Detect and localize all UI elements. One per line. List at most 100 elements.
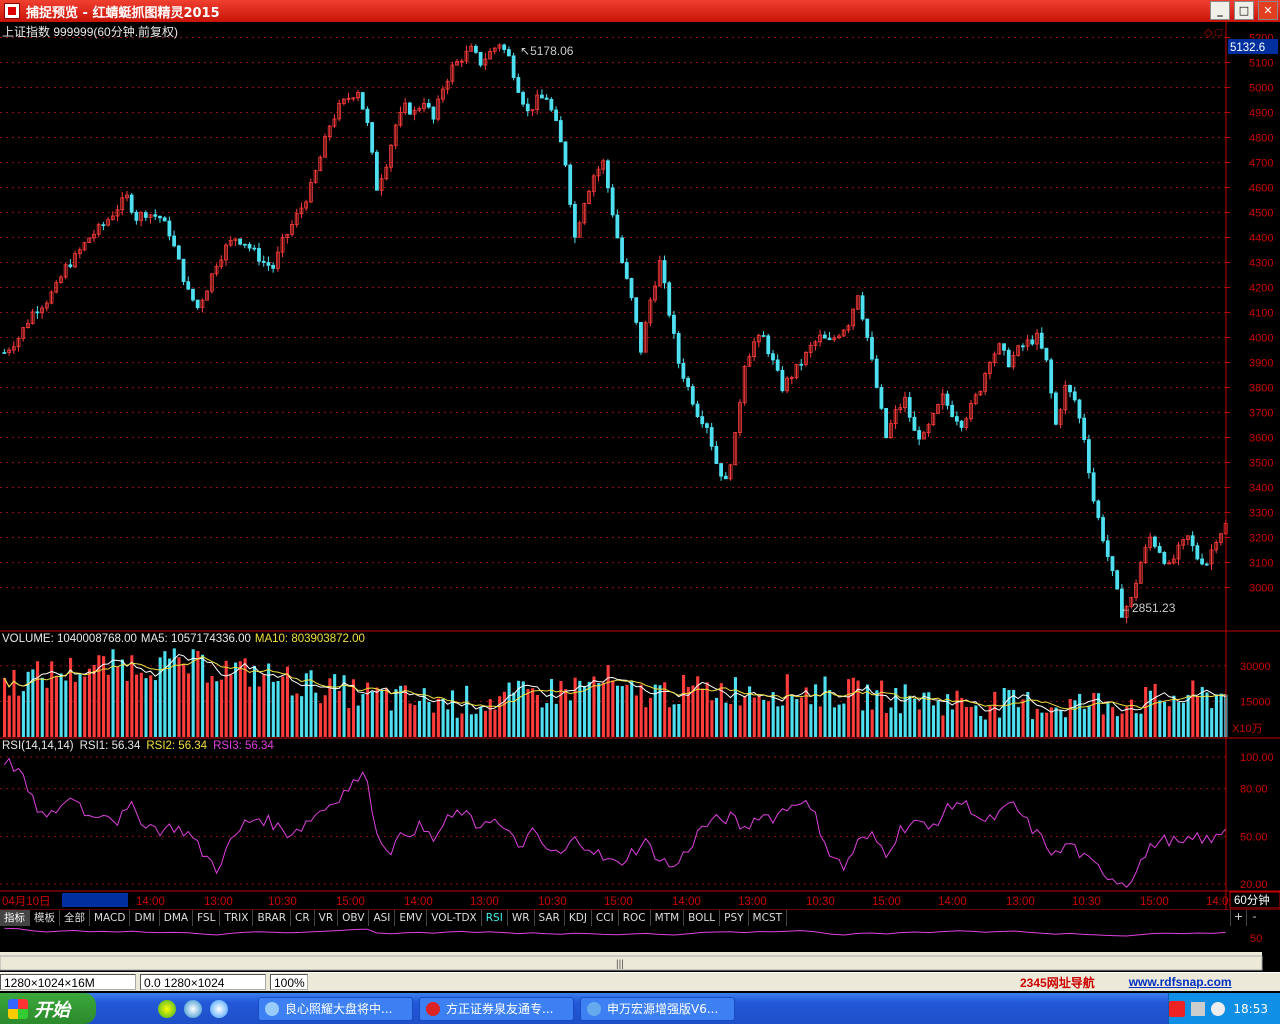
volume-bar xyxy=(12,669,16,737)
time-axis-label: 10:30 xyxy=(268,896,297,908)
indicator-tab[interactable]: 全部 xyxy=(60,910,90,926)
time-axis-label: 15:00 xyxy=(872,896,901,908)
founder-icon xyxy=(426,1001,440,1016)
volume-bar xyxy=(45,687,49,737)
zoom-in-button[interactable]: + xyxy=(1230,910,1246,926)
volume-bar xyxy=(771,692,775,737)
volume-bar xyxy=(182,663,186,737)
indicator-tab[interactable]: DMI xyxy=(130,910,160,926)
volume-bar xyxy=(1134,713,1138,737)
volume-bar xyxy=(116,666,120,737)
indicator-tab[interactable]: BOLL xyxy=(684,910,721,926)
horizontal-scrollbar[interactable] xyxy=(0,952,1262,956)
volume-bar xyxy=(177,657,181,737)
indicator-tab[interactable]: RSI xyxy=(482,910,508,926)
volume-bar xyxy=(667,707,671,737)
volume-bar xyxy=(1087,705,1091,737)
indicator-tab[interactable]: OBV xyxy=(338,910,370,926)
candle-body xyxy=(544,97,549,100)
quicklaunch-desktop-icon[interactable] xyxy=(184,999,202,1018)
start-button[interactable]: 开始 xyxy=(0,993,96,1024)
volume-bar xyxy=(630,681,634,737)
volume-bar xyxy=(73,681,77,737)
indicator-tab[interactable]: 指标 xyxy=(0,910,30,926)
volume-bar xyxy=(36,661,40,737)
zoom-out-button[interactable]: - xyxy=(1246,910,1262,926)
volume-bar xyxy=(917,709,921,737)
task-item-3[interactable]: 申万宏源增强版V6... xyxy=(580,996,735,1021)
network-icon[interactable] xyxy=(1191,1001,1206,1016)
time-axis-label: 15:00 xyxy=(1140,896,1169,908)
volume-bar xyxy=(1153,683,1157,737)
volume-bar xyxy=(172,648,176,737)
chart-options-icon[interactable]: ◇ □ xyxy=(1204,27,1223,39)
volume-bar xyxy=(1026,691,1030,737)
time-axis-label: 10:30 xyxy=(1072,896,1101,908)
indicator-tab[interactable]: CR xyxy=(291,910,315,926)
volume-bar xyxy=(168,658,172,737)
quicklaunch-browser-icon[interactable] xyxy=(210,999,228,1018)
indicator-tab[interactable]: PSY xyxy=(720,910,749,926)
volume-bar xyxy=(436,698,440,737)
candle-body xyxy=(827,337,832,341)
candle-body xyxy=(822,334,827,339)
volume-bar xyxy=(1054,707,1058,737)
candle-body xyxy=(195,299,200,309)
candle-body xyxy=(954,416,959,422)
indicator-tab[interactable]: DMA xyxy=(160,910,194,926)
task-item-2[interactable]: 方正证券泉友通专... xyxy=(419,996,574,1021)
indicator-tab[interactable]: MCST xyxy=(749,910,788,926)
candle-body xyxy=(516,77,521,93)
indicator-tab[interactable]: KDJ xyxy=(565,910,592,926)
stock-chart[interactable]: 5200 5100 5000 4900 4800 4700 4600 4500 4400 4300… xyxy=(0,22,1280,971)
indicator-tab[interactable]: SAR xyxy=(535,910,565,926)
indicator-tab[interactable]: EMV xyxy=(395,910,428,926)
ad-link-rdfsnap[interactable]: www.rdfsnap.com xyxy=(1129,975,1232,989)
indicator-tab[interactable]: MACD xyxy=(90,910,131,926)
indicator-tab[interactable]: FSL xyxy=(193,910,221,926)
maximize-button[interactable]: □ xyxy=(1234,1,1254,20)
price-tick-label: 4900 xyxy=(1249,108,1273,120)
volume-unit: X10万 xyxy=(1232,723,1263,735)
candle-body xyxy=(271,265,276,269)
candle-body xyxy=(1030,339,1035,345)
quicklaunch-app-icon[interactable] xyxy=(158,999,176,1018)
volume-bar xyxy=(3,678,7,737)
candle-body xyxy=(158,215,162,219)
low-marker: ←2851.23 xyxy=(1120,601,1176,615)
volume-bar xyxy=(78,674,82,737)
indicator-tab[interactable]: TRIX xyxy=(220,910,254,926)
indicator-tab[interactable]: VOL-TDX xyxy=(427,910,482,926)
candle-body xyxy=(129,194,134,213)
period-label[interactable]: 60分钟 xyxy=(1234,893,1270,907)
candle-body xyxy=(639,322,643,353)
task-item-1[interactable]: 良心照耀大盘将中... xyxy=(258,996,413,1021)
volume-bar xyxy=(512,692,516,737)
indicator-tab[interactable]: BRAR xyxy=(253,910,291,926)
close-button[interactable]: ✕ xyxy=(1258,1,1278,20)
ad-link-2345[interactable]: 2345网址导航 xyxy=(1020,974,1095,991)
candle-body xyxy=(167,220,172,237)
volume-icon[interactable] xyxy=(1211,1001,1226,1016)
volume-bar xyxy=(1125,706,1129,737)
sogou-ime-icon[interactable] xyxy=(1169,1000,1186,1017)
indicator-tab[interactable]: MTM xyxy=(651,910,685,926)
indicator-tab[interactable]: WR xyxy=(508,910,535,926)
candle-body xyxy=(775,359,780,371)
indicator-tab[interactable]: 模板 xyxy=(30,910,60,926)
indicator-tab[interactable]: CCI xyxy=(592,910,619,926)
minimize-button[interactable]: _ xyxy=(1210,1,1230,20)
candle-body xyxy=(1020,345,1025,348)
scroll-thumb-grip[interactable]: ||| xyxy=(616,959,624,970)
indicator-tab[interactable]: ROC xyxy=(619,910,651,926)
indicator-tab[interactable]: ASI xyxy=(369,910,396,926)
windows-flag-icon xyxy=(8,998,28,1019)
volume-bar xyxy=(1012,689,1016,737)
indicator-tab[interactable]: VR xyxy=(315,910,339,926)
candle-body xyxy=(1002,343,1006,351)
price-tick-label: 3300 xyxy=(1249,508,1273,520)
candle-body xyxy=(860,295,865,320)
scroll-track[interactable] xyxy=(0,955,1263,971)
volume-bar xyxy=(252,665,257,737)
candle-body xyxy=(1162,552,1167,564)
